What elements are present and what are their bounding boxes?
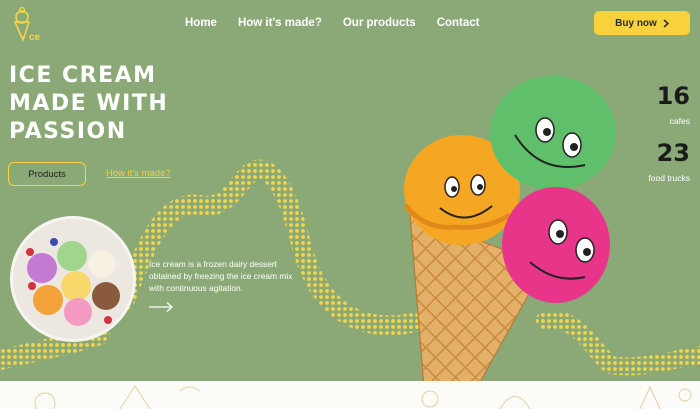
main-nav: Home How it's made? Our products Contact <box>185 17 501 29</box>
logo-wordmark: ce <box>29 32 41 42</box>
nav-our-products[interactable]: Our products <box>343 17 416 29</box>
decorative-sketches <box>34 385 692 409</box>
hero-description: Ice cream is a frozen dairy dessert obta… <box>149 259 293 294</box>
landing-page: ce Home How it's made? Our products Cont… <box>0 0 700 409</box>
hero-title-line-1: ICE CREAM <box>9 63 157 88</box>
pink-scoop <box>502 187 610 303</box>
hero-title: ICE CREAM MADE WITH PASSION <box>9 62 168 146</box>
buy-now-label: Buy now <box>615 17 657 29</box>
brand-logo[interactable]: ce <box>9 6 45 42</box>
chevron-right-icon <box>663 18 669 28</box>
nav-home[interactable]: Home <box>185 17 217 29</box>
stat-cafes-value: 16 <box>656 82 690 110</box>
stat-food-trucks-value: 23 <box>656 139 690 167</box>
hero-title-line-3: PASSION <box>9 119 127 144</box>
how-its-made-link[interactable]: How it's made? <box>106 168 171 179</box>
bottom-strip <box>0 381 700 409</box>
nav-contact[interactable]: Contact <box>437 17 480 29</box>
ice-cream-bowl-image <box>10 216 136 342</box>
buy-now-button[interactable]: Buy now <box>594 11 690 35</box>
hero-title-line-2: MADE WITH <box>9 91 169 116</box>
products-button[interactable]: Products <box>8 162 86 186</box>
arrow-right-icon[interactable] <box>148 301 174 313</box>
stat-cafes-label: cafes <box>669 116 690 126</box>
green-scoop <box>490 76 616 190</box>
nav-how-its-made[interactable]: How it's made? <box>238 17 322 29</box>
stat-food-trucks-label: food trucks <box>648 173 690 183</box>
